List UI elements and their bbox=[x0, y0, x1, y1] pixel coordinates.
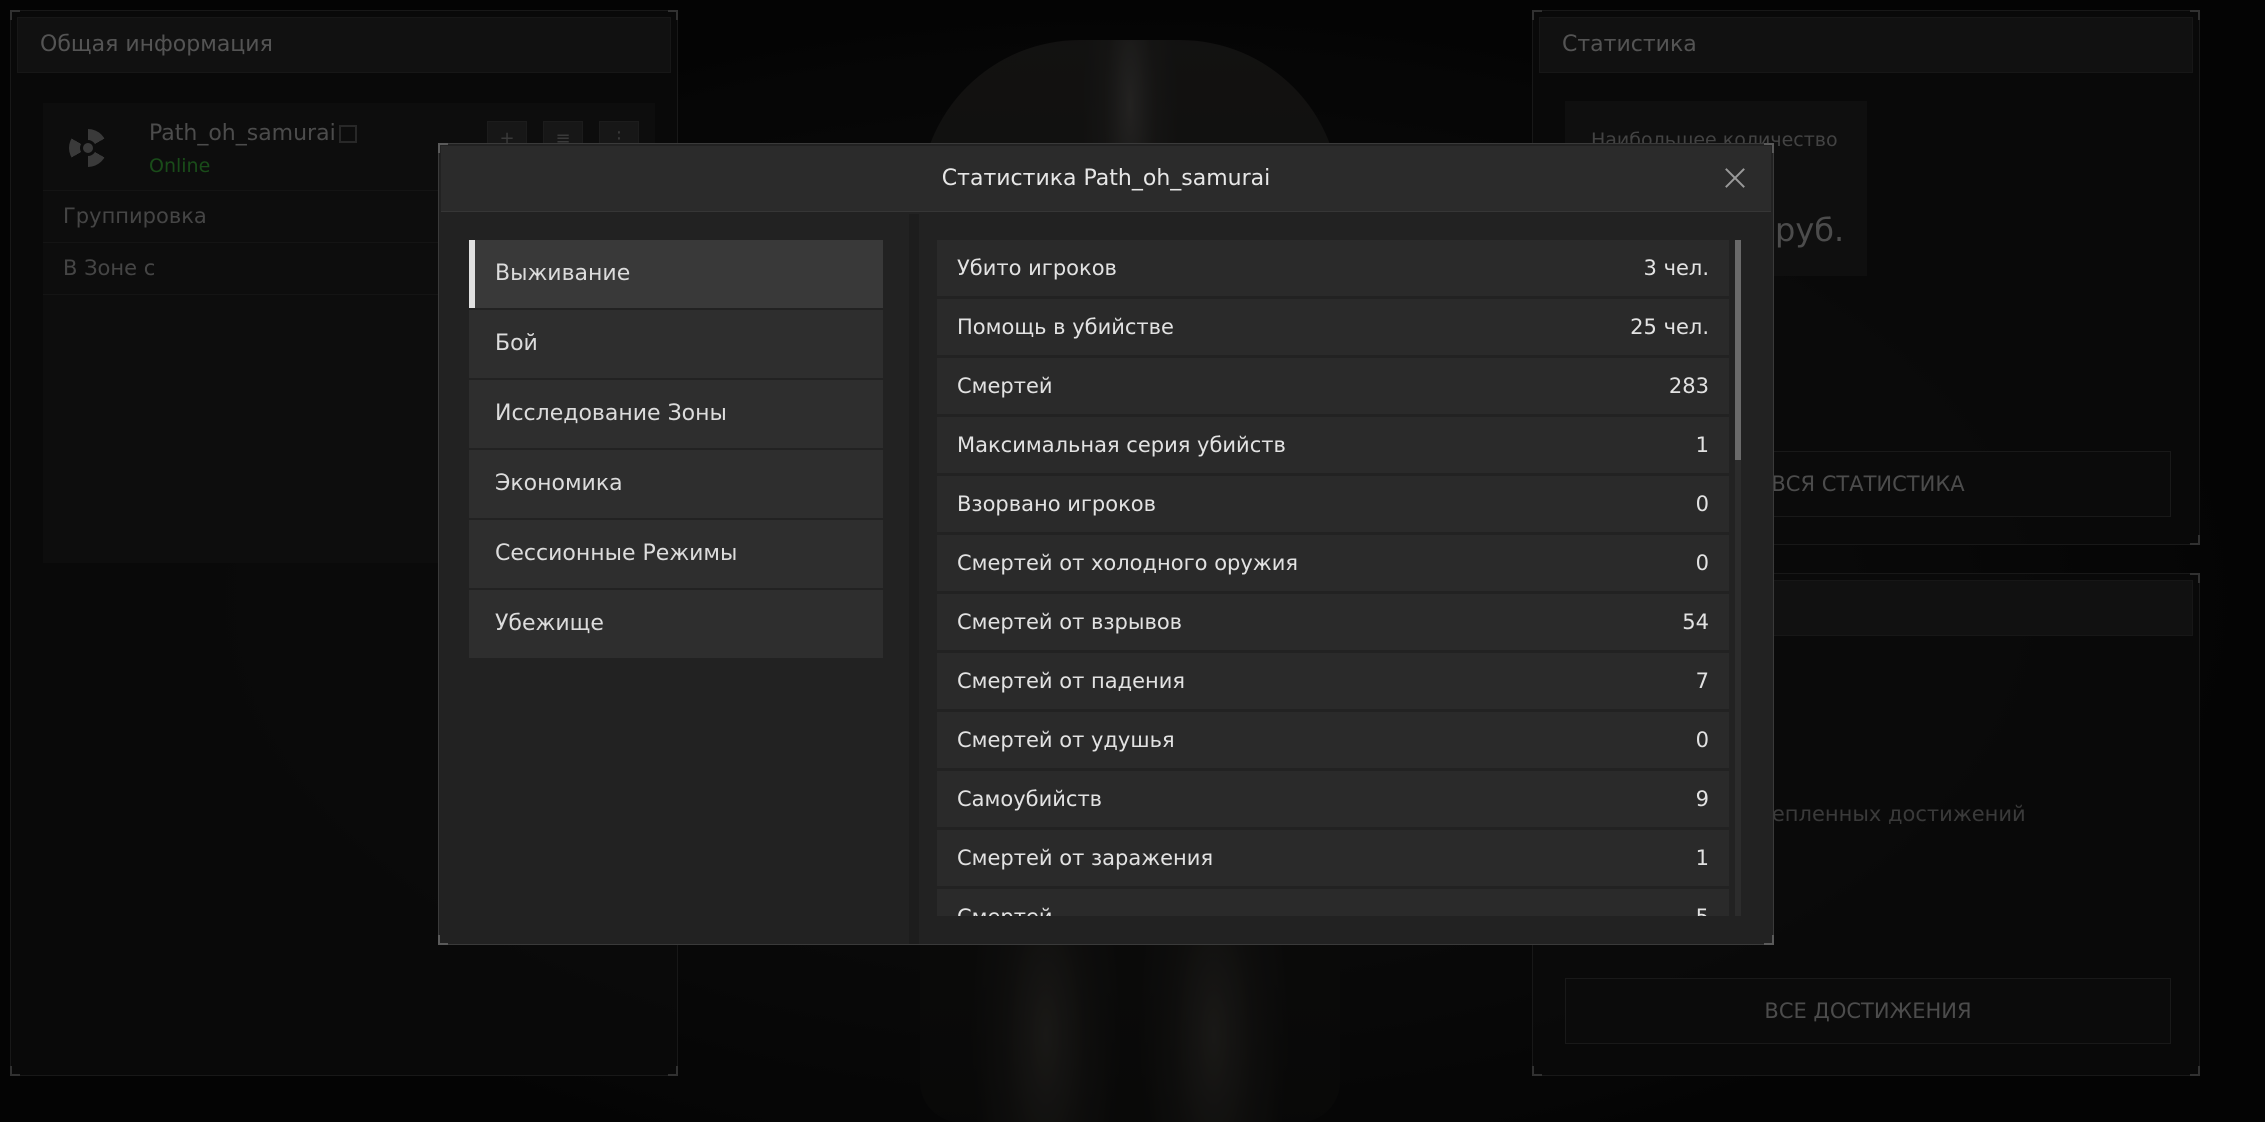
corner-decoration bbox=[438, 935, 448, 945]
stat-value: 1 bbox=[1695, 846, 1709, 870]
stat-value: 0 bbox=[1695, 551, 1709, 575]
stat-row: Помощь в убийстве 25 чел. bbox=[937, 299, 1729, 355]
stat-label: Убито игроков bbox=[957, 256, 1117, 280]
statistics-modal: Статистика Path_oh_samurai Выживание Бой… bbox=[438, 143, 1774, 945]
category-combat[interactable]: Бой bbox=[469, 310, 883, 378]
stat-row: Взорвано игроков 0 bbox=[937, 476, 1729, 532]
stat-row: Смертей от заражения 1 bbox=[937, 830, 1729, 886]
modal-header: Статистика Path_oh_samurai bbox=[441, 146, 1771, 212]
stat-row: Максимальная серия убийств 1 bbox=[937, 417, 1729, 473]
scrollbar-thumb[interactable] bbox=[1735, 240, 1741, 460]
stat-row: Смертей 283 bbox=[937, 358, 1729, 414]
stat-label: Смертей от холодного оружия bbox=[957, 551, 1298, 575]
close-icon[interactable] bbox=[1721, 164, 1749, 192]
stat-row: Смертей от удушья 0 bbox=[937, 712, 1729, 768]
stat-row: Смертей от взрывов 54 bbox=[937, 594, 1729, 650]
stat-label: Максимальная серия убийств bbox=[957, 433, 1286, 457]
category-shelter[interactable]: Убежище bbox=[469, 590, 883, 658]
corner-decoration bbox=[1764, 935, 1774, 945]
column-divider bbox=[909, 214, 919, 944]
stat-value: 283 bbox=[1668, 374, 1709, 398]
stat-value: 5 bbox=[1696, 905, 1709, 916]
category-session-modes[interactable]: Сессионные Режимы bbox=[469, 520, 883, 588]
stat-value: 0 bbox=[1695, 492, 1709, 516]
stat-row: Смертей от падения 7 bbox=[937, 653, 1729, 709]
stat-label: Самоубийств bbox=[957, 787, 1103, 811]
stat-value: 9 bbox=[1695, 787, 1709, 811]
stat-label: Смертей bbox=[957, 374, 1053, 398]
stat-label: Смертей bbox=[957, 905, 1053, 916]
stat-row: Самоубийств 9 bbox=[937, 771, 1729, 827]
stat-value: 25 чел. bbox=[1630, 315, 1709, 339]
stat-value: 7 bbox=[1695, 669, 1709, 693]
stat-row: Смертей от холодного оружия 0 bbox=[937, 535, 1729, 591]
stat-value: 54 bbox=[1682, 610, 1709, 634]
category-economy[interactable]: Экономика bbox=[469, 450, 883, 518]
scrollbar[interactable] bbox=[1735, 240, 1741, 916]
stat-value: 3 чел. bbox=[1643, 256, 1709, 280]
category-zone-exploration[interactable]: Исследование Зоны bbox=[469, 380, 883, 448]
stat-label: Помощь в убийстве bbox=[957, 315, 1174, 339]
modal-title: Статистика Path_oh_samurai bbox=[941, 166, 1271, 191]
category-list: Выживание Бой Исследование Зоны Экономик… bbox=[469, 240, 883, 660]
stat-label: Смертей от удушья bbox=[957, 728, 1175, 752]
stat-value: 0 bbox=[1695, 728, 1709, 752]
stat-label: Взорвано игроков bbox=[957, 492, 1157, 516]
stat-label: Смертей от взрывов bbox=[957, 610, 1183, 634]
stat-row: Смертей 5 bbox=[937, 889, 1729, 916]
category-survival[interactable]: Выживание bbox=[469, 240, 883, 308]
stats-list[interactable]: Убито игроков 3 чел. Помощь в убийстве 25 … bbox=[937, 240, 1737, 916]
stat-label: Смертей от заражения bbox=[957, 846, 1214, 870]
stat-value: 1 bbox=[1695, 433, 1709, 457]
stat-label: Смертей от падения bbox=[957, 669, 1186, 693]
stat-row: Убито игроков 3 чел. bbox=[937, 240, 1729, 296]
